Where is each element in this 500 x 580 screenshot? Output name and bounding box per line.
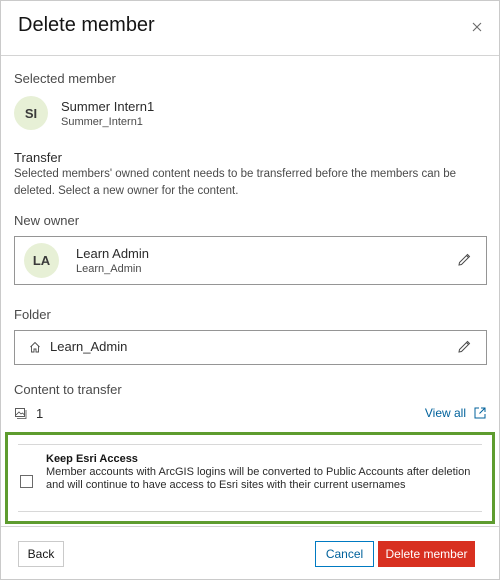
view-all-link[interactable]: View all (425, 406, 486, 420)
transfer-heading: Transfer (14, 150, 62, 165)
member-username: Summer_Intern1 (61, 115, 143, 128)
selected-member-label: Selected member (14, 71, 116, 86)
selected-member: SI Summer Intern1 Summer_Intern1 (14, 96, 154, 130)
folder-value: Learn_Admin (50, 339, 128, 354)
keep-esri-access-description: Member accounts with ArcGIS logins will … (46, 466, 471, 491)
divider (18, 444, 482, 445)
transfer-description: Selected members' owned content needs to… (14, 168, 457, 197)
divider (18, 511, 482, 512)
pencil-icon[interactable] (456, 252, 472, 268)
avatar: SI (14, 96, 48, 130)
keep-esri-access-section: Keep Esri Access Member accounts with Ar… (5, 432, 495, 524)
keep-esri-access-checkbox[interactable] (20, 475, 33, 488)
new-owner-field[interactable]: LA Learn Admin Learn_Admin (14, 236, 487, 285)
cancel-button[interactable]: Cancel (315, 541, 374, 567)
delete-member-button[interactable]: Delete member (378, 541, 475, 567)
pencil-icon[interactable] (456, 339, 472, 355)
image-stack-icon (15, 408, 27, 419)
close-icon (472, 22, 482, 32)
back-button[interactable]: Back (18, 541, 64, 567)
keep-esri-access-title: Keep Esri Access (46, 453, 138, 465)
owner-username: Learn_Admin (76, 263, 142, 275)
content-count: 1 (36, 406, 44, 421)
delete-member-dialog: Delete member Selected member SI Summer … (0, 0, 500, 580)
launch-icon[interactable] (474, 407, 486, 419)
folder-field[interactable]: Learn_Admin (14, 330, 487, 365)
view-all-label[interactable]: View all (425, 406, 466, 420)
content-to-transfer-label: Content to transfer (14, 382, 122, 397)
avatar: LA (24, 243, 59, 278)
close-button[interactable] (468, 18, 486, 36)
folder-label: Folder (14, 307, 51, 322)
member-name: Summer Intern1 (61, 98, 155, 114)
home-icon (30, 341, 40, 353)
dialog-header: Delete member (1, 1, 499, 56)
owner-name: Learn Admin (76, 246, 149, 261)
dialog-title: Delete member (18, 14, 155, 36)
new-owner-label: New owner (14, 213, 80, 228)
dialog-footer: Back Cancel Delete member (1, 526, 499, 580)
